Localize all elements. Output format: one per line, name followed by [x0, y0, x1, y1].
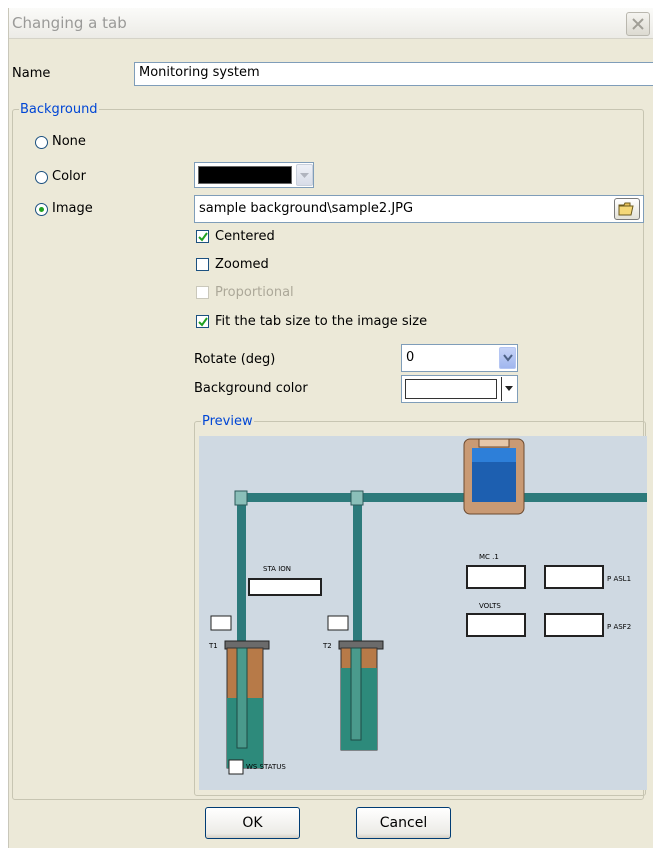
changing-tab-dialog: Changing a tab Name Monitoring system Ba… — [8, 8, 653, 848]
radio-color-circle[interactable] — [35, 171, 48, 184]
rotate-label: Rotate (deg) — [194, 352, 276, 367]
centered-check-box[interactable] — [196, 230, 209, 243]
title-bar: Changing a tab — [9, 8, 653, 39]
status-label: WS STATUS — [246, 763, 286, 771]
name-label: Name — [12, 66, 51, 81]
bg-color-picker[interactable] — [401, 375, 518, 403]
color-dropdown-button[interactable] — [296, 164, 313, 186]
phase1-label: P ASL1 — [607, 575, 632, 583]
radio-selected-dot — [39, 207, 44, 212]
phase2-label: P ASF2 — [607, 623, 632, 631]
close-icon — [632, 18, 644, 30]
zoomed-label: Zoomed — [215, 257, 269, 272]
radio-color-label: Color — [52, 169, 86, 184]
chevron-down-icon — [300, 173, 309, 178]
proportional-label: Proportional — [215, 285, 294, 300]
dialog-title: Changing a tab — [12, 14, 127, 32]
preview-image: STA ION T1 T2 MC .1 VOLTS P ASL1 P ASF2 … — [199, 436, 647, 790]
centered-label: Centered — [215, 229, 275, 244]
bg-color-swatch — [405, 379, 497, 399]
radio-none-label: None — [52, 134, 86, 149]
chevron-down-icon — [503, 354, 513, 362]
ok-button[interactable]: OK — [205, 807, 300, 839]
radio-none-circle[interactable] — [35, 136, 48, 149]
fit-size-label: Fit the tab size to the image size — [215, 314, 428, 329]
image-path-input[interactable]: sample background\sample2.JPG — [194, 195, 644, 223]
cancel-button[interactable]: Cancel — [356, 807, 451, 839]
t2-label: T2 — [323, 642, 332, 650]
volts-label: VOLTS — [479, 602, 501, 610]
rotate-value: 0 — [406, 350, 415, 365]
checkmark-icon — [198, 232, 208, 242]
name-input[interactable]: Monitoring system — [134, 62, 653, 86]
station-label: STA ION — [263, 565, 291, 573]
bg-color-label: Background color — [194, 381, 308, 396]
rotate-dropdown-button[interactable] — [499, 347, 516, 369]
preview-diagram — [210, 438, 647, 775]
bg-color-dropdown-button[interactable] — [501, 377, 516, 401]
chevron-down-icon — [505, 386, 513, 391]
close-button[interactable] — [626, 12, 650, 36]
browse-button[interactable] — [614, 198, 640, 220]
checkmark-icon — [198, 317, 208, 327]
color-picker[interactable] — [194, 162, 314, 188]
background-legend: Background — [20, 102, 98, 117]
proportional-check-box — [196, 286, 209, 299]
fit-size-check-box[interactable] — [196, 315, 209, 328]
t1-label: T1 — [209, 642, 218, 650]
open-folder-icon — [618, 202, 634, 216]
zoomed-check-box[interactable] — [196, 258, 209, 271]
radio-image-label: Image — [52, 201, 93, 216]
radio-image-circle[interactable] — [35, 203, 48, 216]
mc-label: MC .1 — [479, 553, 499, 561]
preview-legend: Preview — [202, 414, 253, 429]
color-swatch — [198, 166, 292, 184]
